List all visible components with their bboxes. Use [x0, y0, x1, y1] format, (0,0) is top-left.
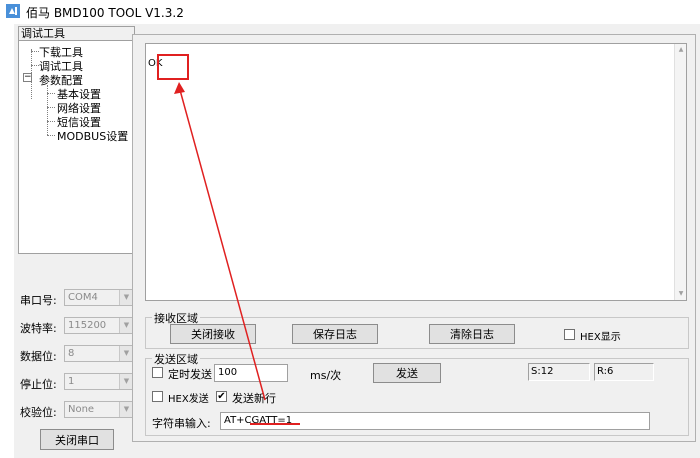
timed-send-label: 定时发送: [168, 368, 212, 381]
tree-header: 调试工具: [19, 27, 134, 41]
tree-connector: [47, 135, 55, 136]
scroll-down-icon[interactable]: ▼: [676, 289, 686, 299]
chevron-down-icon[interactable]: ▼: [119, 402, 133, 417]
timed-send-checkbox[interactable]: [152, 367, 163, 378]
newline-label: 发送新行: [232, 392, 276, 405]
baud-select[interactable]: 115200 ▼: [64, 317, 134, 334]
main-panel: OK ▲ ▼ 接收区域 关闭接收 保存日志 清除日志 HEX显示 发送区域 定时…: [132, 34, 696, 442]
databits-label: 数据位:: [20, 350, 57, 363]
hex-display-label: HEX显示: [580, 332, 621, 343]
stopbits-label: 停止位:: [20, 378, 57, 391]
clear-log-button[interactable]: 清除日志: [429, 324, 515, 344]
main-window: 调试工具 下载工具 调试工具 − 参数配置 基本设置 网络设置 短信设置 MOD…: [14, 24, 700, 458]
sent-count: S:12: [528, 363, 590, 381]
port-label: 串口号:: [20, 294, 57, 307]
interval-input[interactable]: 100: [214, 364, 288, 382]
string-input[interactable]: AT+CGATT=1: [220, 412, 650, 430]
tree-connector: [47, 107, 55, 108]
collapse-icon[interactable]: −: [23, 73, 32, 82]
save-log-button[interactable]: 保存日志: [292, 324, 378, 344]
chevron-down-icon[interactable]: ▼: [119, 346, 133, 361]
tree-connector: [47, 93, 55, 94]
parity-select[interactable]: None ▼: [64, 401, 134, 418]
receive-text: OK: [148, 58, 163, 69]
close-receive-button[interactable]: 关闭接收: [170, 324, 256, 344]
tree-connector: [47, 121, 55, 122]
chevron-down-icon[interactable]: ▼: [119, 374, 133, 389]
recv-count: R:6: [594, 363, 654, 381]
port-select[interactable]: COM4 ▼: [64, 289, 134, 306]
scroll-up-icon[interactable]: ▲: [676, 45, 686, 55]
baud-value: 115200: [68, 320, 107, 331]
parity-label: 校验位:: [20, 406, 57, 419]
receive-group: 接收区域 关闭接收 保存日志 清除日志 HEX显示: [145, 310, 689, 349]
tree-item-modbus-settings[interactable]: MODBUS设置: [57, 128, 128, 144]
tool-tree[interactable]: 调试工具 下载工具 调试工具 − 参数配置 基本设置 网络设置 短信设置 MOD…: [18, 26, 135, 254]
chevron-down-icon[interactable]: ▼: [119, 318, 133, 333]
window-title: 佰马 BMD100 TOOL V1.3.2: [26, 6, 184, 20]
hex-display-checkbox[interactable]: [564, 329, 575, 340]
close-port-button[interactable]: 关闭串口: [40, 429, 114, 450]
tree-connector: [31, 65, 39, 66]
databits-select[interactable]: 8 ▼: [64, 345, 134, 362]
interval-unit: ms/次: [310, 369, 342, 382]
parity-value: None: [68, 404, 95, 415]
newline-checkbox[interactable]: ✔: [216, 391, 227, 402]
port-value: COM4: [68, 292, 98, 303]
title-bar: 佰马 BMD100 TOOL V1.3.2: [0, 0, 700, 22]
receive-scrollbar[interactable]: ▲ ▼: [674, 44, 686, 300]
databits-value: 8: [68, 348, 75, 359]
app-icon: [6, 4, 20, 18]
hex-send-label: HEX发送: [168, 394, 209, 405]
send-group-title: 发送区域: [152, 351, 200, 367]
hex-send-checkbox[interactable]: [152, 391, 163, 402]
receive-output[interactable]: OK ▲ ▼: [145, 43, 687, 301]
tree-connector: [31, 51, 39, 52]
stopbits-select[interactable]: 1 ▼: [64, 373, 134, 390]
chevron-down-icon[interactable]: ▼: [119, 290, 133, 305]
send-group: 发送区域 定时发送 100 ms/次 发送 S:12 R:6 HEX发送 ✔ 发…: [145, 351, 689, 436]
send-button[interactable]: 发送: [373, 363, 441, 383]
input-label: 字符串输入:: [152, 417, 211, 430]
stopbits-value: 1: [68, 376, 75, 387]
baud-label: 波特率:: [20, 322, 57, 335]
